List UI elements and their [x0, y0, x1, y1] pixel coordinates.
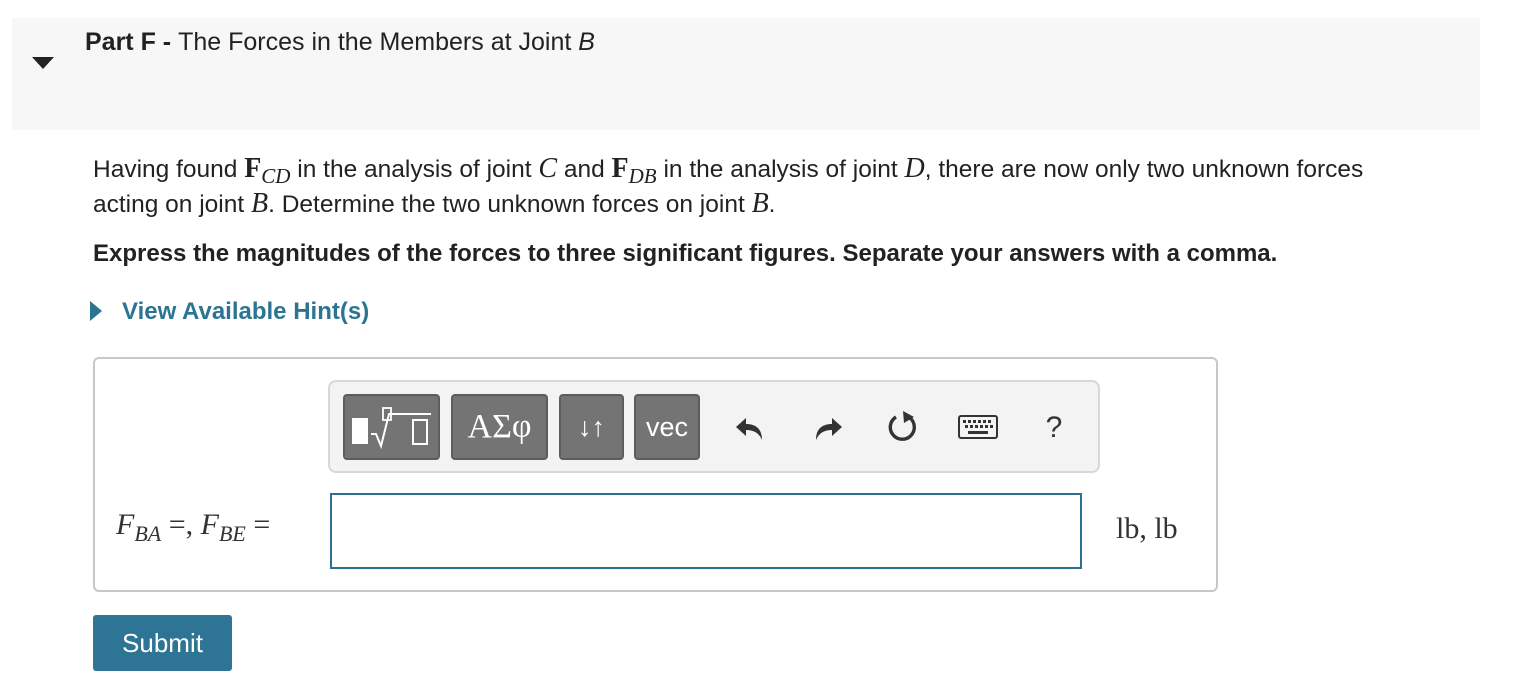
units-label: lb, lb: [1116, 512, 1178, 545]
question-text-6: . Determine the two unknown forces on jo…: [268, 191, 752, 218]
help-button[interactable]: ?: [1032, 406, 1076, 450]
collapse-toggle-icon[interactable]: [28, 46, 58, 76]
symbols-button[interactable]: ΑΣφ: [451, 394, 548, 460]
fbe-subscript: BE: [218, 521, 246, 546]
question-text-4: in the analysis of joint: [656, 156, 905, 183]
part-title: Part F - The Forces in the Members at Jo…: [85, 28, 595, 57]
joint-b-2: B: [751, 188, 769, 219]
force-fcd-subscript: CD: [261, 164, 291, 188]
vec-label: vec: [645, 411, 689, 442]
joint-c: C: [538, 153, 558, 184]
reset-icon[interactable]: [881, 406, 925, 450]
part-separator: -: [155, 28, 179, 56]
templates-button[interactable]: [343, 394, 440, 460]
templates-icon: [351, 407, 431, 450]
force-fdb-symbol: F: [611, 153, 629, 184]
keyboard-icon[interactable]: [956, 406, 1000, 450]
answer-input[interactable]: [330, 493, 1082, 569]
vec-button[interactable]: vec: [634, 394, 700, 460]
undo-icon[interactable]: [728, 406, 772, 450]
arrows-button[interactable]: ↓↑: [559, 394, 624, 460]
expand-triangle-icon: [90, 301, 102, 321]
force-fcd-symbol: F: [244, 153, 262, 184]
submit-button[interactable]: Submit: [93, 615, 232, 671]
equation-label: FBA =, FBE =: [116, 508, 271, 546]
view-hints-label: View Available Hint(s): [122, 298, 370, 325]
part-label: Part F: [85, 28, 156, 56]
part-title-joint: B: [578, 28, 595, 56]
fbe-symbol: F: [200, 508, 219, 541]
fba-subscript: BA: [134, 521, 162, 546]
joint-b: B: [251, 188, 269, 219]
arrows-label: ↓↑: [578, 411, 605, 442]
help-label: ?: [1045, 411, 1063, 444]
question-text-1: Having found: [93, 156, 245, 183]
force-fdb-subscript: DB: [628, 164, 657, 188]
instruction-text: Express the magnitudes of the forces to …: [93, 240, 1278, 267]
equation-end: =: [245, 508, 271, 541]
question-text: Having found FCD in the analysis of join…: [93, 152, 1433, 222]
question-text-7: .: [768, 191, 776, 218]
question-text-3: and: [557, 156, 612, 183]
question-text-2: in the analysis of joint: [290, 156, 539, 183]
redo-icon[interactable]: [806, 406, 850, 450]
equation-mid: =,: [161, 508, 201, 541]
view-hints-link[interactable]: View Available Hint(s): [90, 298, 369, 326]
fba-symbol: F: [116, 508, 135, 541]
symbols-label: ΑΣφ: [467, 408, 532, 445]
joint-d: D: [904, 153, 925, 184]
part-title-text: The Forces in the Members at Joint: [178, 28, 579, 56]
